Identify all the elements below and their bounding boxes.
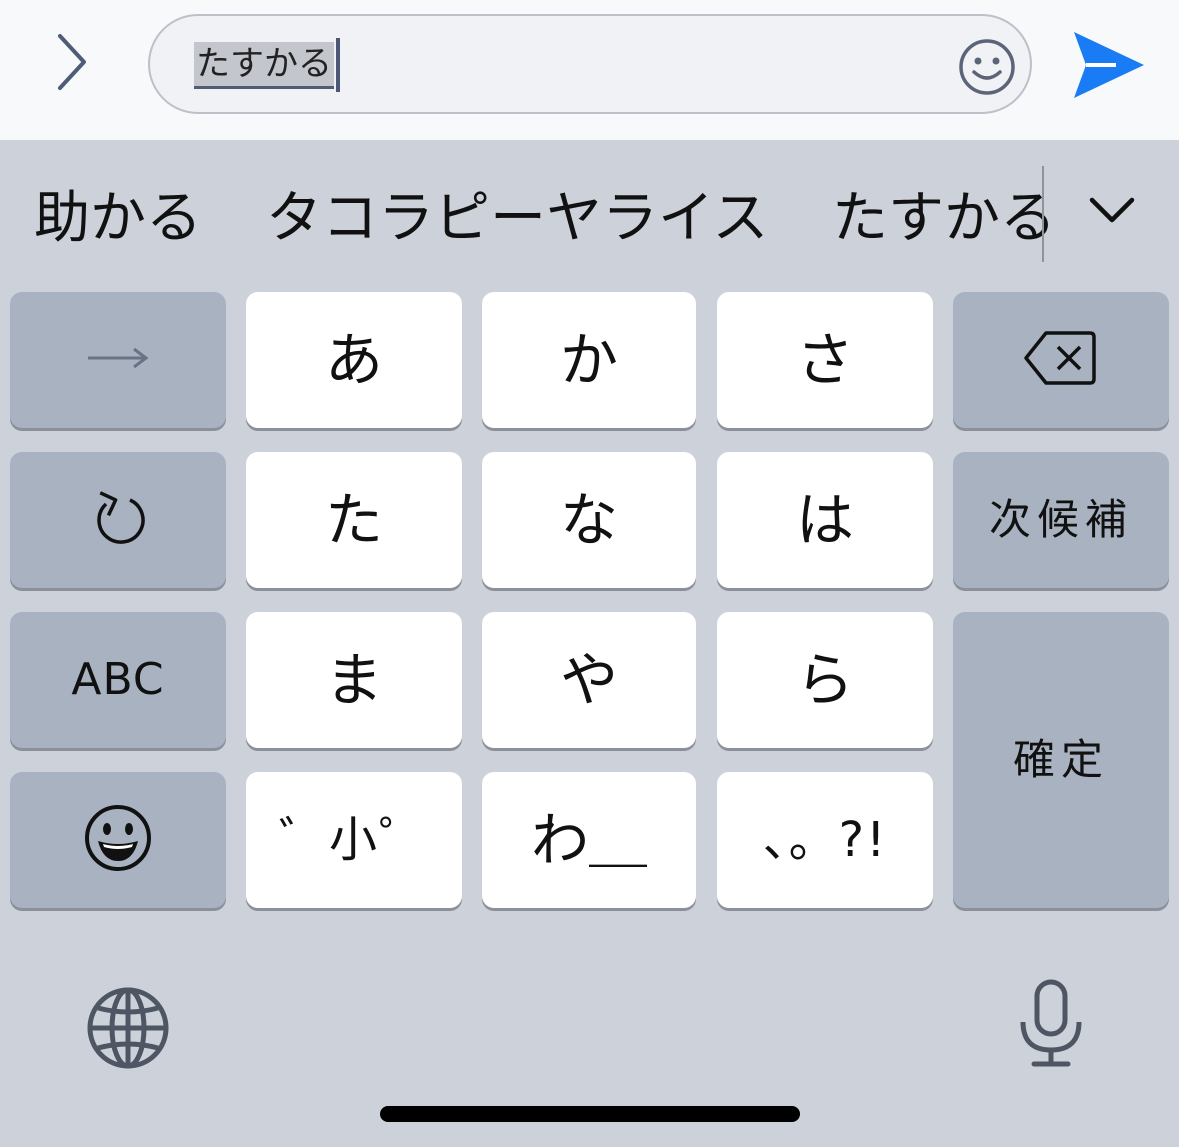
microphone-icon[interactable] (1014, 978, 1088, 1070)
undo-key[interactable] (10, 452, 226, 588)
kana-key-sa[interactable]: さ (717, 292, 933, 428)
key-label: や (559, 646, 618, 714)
home-indicator[interactable] (380, 1106, 800, 1122)
candidate-item[interactable]: たすかる (832, 184, 1056, 254)
kana-key-a[interactable]: あ (246, 292, 462, 428)
key-label: 、。?! (762, 812, 888, 868)
undo-icon (90, 486, 146, 554)
cursor-move-key[interactable] (10, 292, 226, 428)
dakuten-small-key[interactable]: ゛小゜ (246, 772, 462, 908)
chevron-right-icon[interactable] (40, 26, 104, 98)
key-label: あ (324, 326, 383, 394)
key-label: 確定 (1012, 735, 1109, 784)
kana-key-ra[interactable]: ら (717, 612, 933, 748)
key-label: さ (795, 326, 854, 394)
key-label: 次候補 (988, 495, 1133, 544)
kana-key-ka[interactable]: か (482, 292, 696, 428)
message-text-field[interactable]: たすかる (148, 14, 1032, 114)
key-label: か (559, 326, 618, 394)
right-arrow-icon (86, 343, 150, 377)
kana-key-wa[interactable]: わ＿ (482, 772, 696, 908)
abc-mode-key[interactable]: ABC (10, 612, 226, 748)
key-label: ゛小゜ (278, 812, 429, 868)
text-cursor (336, 38, 340, 92)
smiley-icon[interactable] (956, 36, 1018, 98)
kana-key-ma[interactable]: ま (246, 612, 462, 748)
kana-key-na[interactable]: な (482, 452, 696, 588)
emoji-key[interactable] (10, 772, 226, 908)
candidate-divider (1042, 166, 1044, 262)
key-label: わ＿ (530, 806, 647, 874)
emoji-face-icon (83, 803, 153, 877)
candidate-bar: 助かる タコラピーヤライス たすかる (0, 150, 1179, 280)
punctuation-key[interactable]: 、。?! (717, 772, 933, 908)
kana-key-ta[interactable]: た (246, 452, 462, 588)
send-arrow-icon[interactable] (1068, 28, 1148, 102)
message-input-text: たすかる (194, 42, 334, 89)
key-label: ま (324, 646, 383, 714)
kana-key-ha[interactable]: は (717, 452, 933, 588)
chevron-down-icon[interactable] (1082, 190, 1142, 230)
key-label: は (795, 486, 854, 554)
confirm-key[interactable]: 確定 (953, 612, 1169, 908)
candidate-item[interactable]: 助かる (34, 184, 202, 254)
delete-key[interactable] (953, 292, 1169, 428)
message-input-bar: たすかる (0, 0, 1179, 140)
next-candidate-key[interactable]: 次候補 (953, 452, 1169, 588)
key-label: た (324, 486, 383, 554)
key-label: な (559, 486, 618, 554)
key-label: ABC (71, 654, 165, 705)
backspace-icon (1024, 329, 1098, 391)
kana-key-ya[interactable]: や (482, 612, 696, 748)
candidate-item[interactable]: タコラピーヤライス (266, 184, 768, 254)
globe-icon[interactable] (84, 984, 172, 1072)
key-label: ら (795, 646, 854, 714)
